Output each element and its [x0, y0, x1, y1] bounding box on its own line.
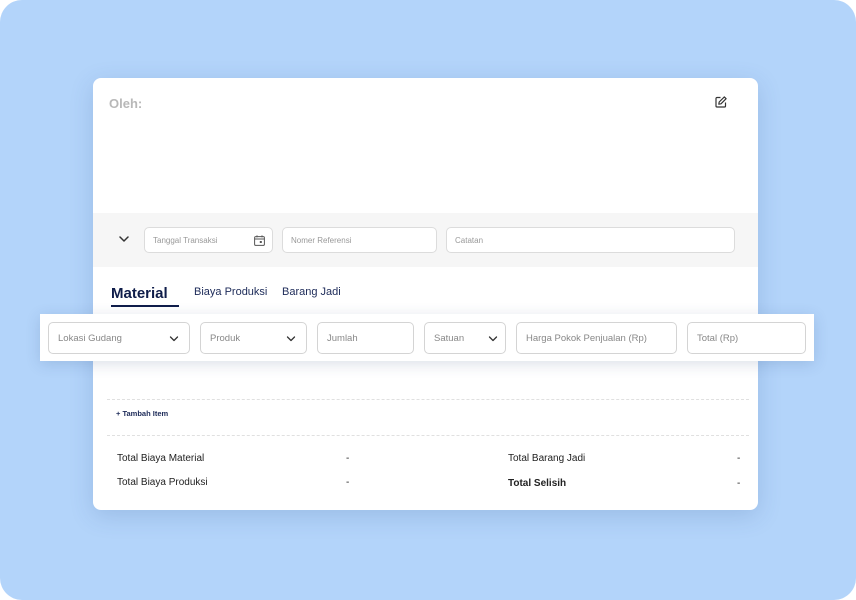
- produk-select[interactable]: Produk: [200, 322, 307, 354]
- lokasi-gudang-placeholder: Lokasi Gudang: [58, 332, 122, 344]
- total-barang-jadi-label: Total Barang Jadi: [508, 453, 586, 464]
- collapse-chevron-icon[interactable]: [117, 232, 131, 246]
- total-selisih-value: -: [737, 478, 741, 489]
- satuan-placeholder: Satuan: [434, 332, 465, 344]
- harga-pokok-input[interactable]: Harga Pokok Penjualan (Rp): [516, 322, 677, 354]
- lokasi-gudang-select[interactable]: Lokasi Gudang: [48, 322, 190, 354]
- total-biaya-produksi-value: -: [346, 477, 350, 488]
- tab-biaya-produksi[interactable]: Biaya Produksi: [194, 286, 267, 298]
- oleh-label: Oleh:: [109, 96, 143, 111]
- total-biaya-material-label: Total Biaya Material: [117, 453, 205, 464]
- tab-material[interactable]: Material: [111, 285, 168, 302]
- catatan-placeholder: Catatan: [455, 235, 484, 245]
- total-placeholder: Total (Rp): [697, 332, 739, 344]
- harga-pokok-placeholder: Harga Pokok Penjualan (Rp): [526, 332, 647, 344]
- divider: [107, 435, 749, 436]
- calendar-icon: [254, 235, 265, 246]
- produk-placeholder: Produk: [210, 332, 241, 344]
- tanggal-transaksi-placeholder: Tanggal Transaksi: [153, 235, 218, 245]
- total-biaya-material-value: -: [346, 453, 350, 464]
- chevron-down-icon: [169, 336, 179, 342]
- form-card: Oleh: Tanggal Transaksi Nomer Referensi …: [93, 78, 758, 510]
- item-row: Lokasi Gudang Produk Jumlah Satuan Harga…: [40, 314, 814, 361]
- active-tab-underline: [111, 305, 179, 307]
- tanggal-transaksi-input[interactable]: Tanggal Transaksi: [144, 227, 273, 253]
- chevron-down-icon: [286, 336, 296, 342]
- tab-barang-jadi[interactable]: Barang Jadi: [282, 286, 341, 298]
- satuan-select[interactable]: Satuan: [424, 322, 506, 354]
- total-selisih-label: Total Selisih: [508, 478, 567, 489]
- jumlah-placeholder: Jumlah: [327, 332, 358, 344]
- chevron-down-icon: [488, 336, 498, 342]
- total-input[interactable]: Total (Rp): [687, 322, 806, 354]
- catatan-input[interactable]: Catatan: [446, 227, 735, 253]
- total-biaya-produksi-label: Total Biaya Produksi: [117, 477, 208, 488]
- tambah-item-button[interactable]: + Tambah Item: [116, 409, 168, 418]
- edit-icon[interactable]: [715, 96, 727, 108]
- nomer-referensi-placeholder: Nomer Referensi: [291, 235, 352, 245]
- filter-bar: Tanggal Transaksi Nomer Referensi Catata…: [93, 213, 758, 267]
- total-barang-jadi-value: -: [737, 453, 741, 464]
- nomer-referensi-input[interactable]: Nomer Referensi: [282, 227, 437, 253]
- jumlah-input[interactable]: Jumlah: [317, 322, 414, 354]
- divider: [107, 399, 749, 400]
